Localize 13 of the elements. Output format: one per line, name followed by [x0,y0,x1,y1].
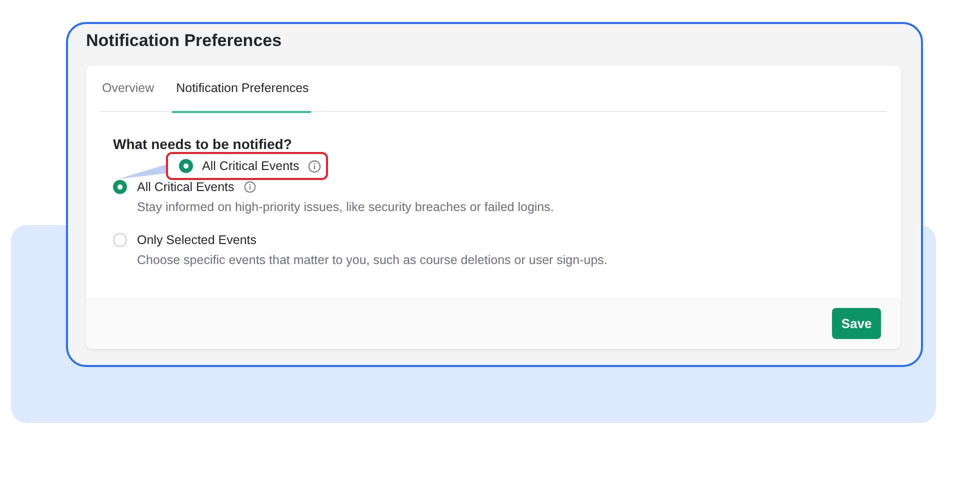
option-label: All Critical Events [137,180,234,194]
option-label: Only Selected Events [137,233,257,247]
radio-button[interactable] [113,180,127,194]
option-description: Stay informed on high-priority issues, like security breaches or failed logins. [137,200,555,214]
question-heading: What needs to be notified? [113,136,292,152]
tab[interactable]: Overview [100,66,164,112]
panel-title: Notification Preferences [86,31,283,52]
option-description: Choose specific events that matter to you, such as course deletions or user sign-ups. [137,253,608,267]
radio-button[interactable] [179,159,193,173]
save-button[interactable]: Save [832,308,881,339]
callout-label: All Critical Events [202,159,300,173]
tab[interactable]: Notification Preferences [172,66,311,112]
radio-button[interactable] [113,233,127,247]
